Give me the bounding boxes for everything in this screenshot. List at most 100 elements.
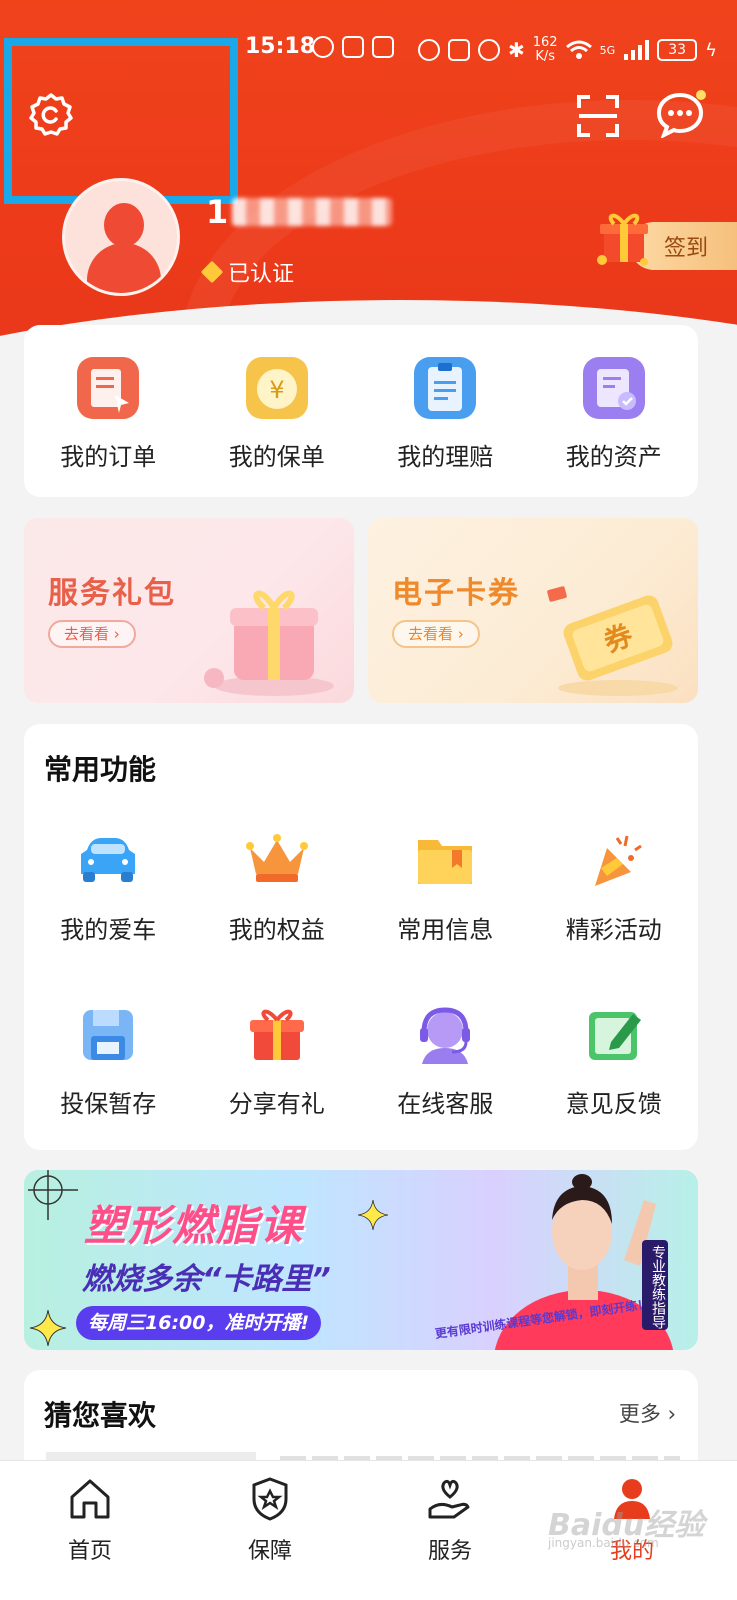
- status-time: 15:18: [245, 34, 316, 59]
- party-popper-icon: [594, 835, 642, 886]
- function-label: 在线客服: [397, 1090, 494, 1118]
- functions-row-1: 我的爱车 我的权益 常用信息 精彩活动: [24, 828, 698, 945]
- my-orders-card: 我的订单 ¥ 我的保单 我的理赔 我的资产: [24, 325, 698, 497]
- fitness-course-banner[interactable]: 塑形燃脂课 燃烧多余“卡路里” 每周三16:00，准时开播! 专业教练指导 更有…: [24, 1170, 698, 1350]
- message-unread-dot: [696, 90, 706, 100]
- orders-item-label: 我的保单: [228, 443, 325, 471]
- function-common-info[interactable]: 常用信息: [361, 828, 530, 945]
- function-label: 意见反馈: [565, 1090, 662, 1118]
- more-label: 更多: [618, 1402, 661, 1426]
- claim-icon: [414, 357, 477, 419]
- asset-icon: [582, 357, 645, 419]
- tab-label: 保障: [247, 1539, 292, 1564]
- charging-icon: ϟ: [705, 39, 717, 61]
- function-activities[interactable]: 精彩活动: [530, 828, 699, 945]
- save-disk-icon: [83, 1010, 134, 1060]
- common-functions-card: 常用功能 我的爱车 我的权益 常用信息 精彩活动 投保暂存 分享有礼 在线客服 …: [24, 724, 698, 1150]
- svg-text:¥: ¥: [269, 376, 284, 404]
- function-my-car[interactable]: 我的爱车: [24, 828, 193, 945]
- function-my-rights[interactable]: 我的权益: [193, 828, 362, 945]
- orders-item-policy[interactable]: ¥ 我的保单: [193, 355, 362, 472]
- functions-row-2: 投保暂存 分享有礼 在线客服 意见反馈: [24, 1002, 698, 1119]
- avatar-head-shape: [104, 203, 144, 247]
- orders-item-label: 我的资产: [565, 443, 662, 471]
- network-type: 5G: [599, 43, 616, 57]
- network-speed: 162 K/s: [533, 36, 558, 64]
- function-label: 我的爱车: [60, 916, 157, 944]
- tab-home[interactable]: 首页: [30, 1475, 150, 1565]
- avatar-body-shape: [87, 243, 161, 293]
- orders-item-label: 我的理赔: [397, 443, 494, 471]
- promo-service-package[interactable]: 服务礼包 去看看 ›: [24, 518, 354, 703]
- nfc-icon: [448, 39, 470, 61]
- username[interactable]: 1: [206, 192, 393, 232]
- nfc-circle-icon: [418, 39, 440, 61]
- hand-heart-icon: [428, 1479, 470, 1519]
- more-link[interactable]: 更多 ›: [619, 1398, 676, 1428]
- function-feedback[interactable]: 意见反馈: [530, 1002, 699, 1119]
- folder-icon: [418, 840, 473, 884]
- home-icon: [70, 1479, 110, 1519]
- orders-item-claim[interactable]: 我的理赔: [361, 355, 530, 472]
- function-label: 我的权益: [228, 916, 325, 944]
- function-saved-drafts[interactable]: 投保暂存: [24, 1002, 193, 1119]
- function-label: 投保暂存: [60, 1090, 157, 1118]
- scan-icon[interactable]: [576, 94, 620, 138]
- checkin-label: 签到: [664, 236, 709, 261]
- shield-star-icon: [252, 1477, 288, 1521]
- username-visible-digit: 1: [206, 193, 229, 231]
- function-label: 分享有礼: [228, 1090, 325, 1118]
- gift-box-illustration: [204, 590, 334, 696]
- sparkle-decoration: [358, 1200, 388, 1230]
- app-notification-icon: [342, 36, 364, 58]
- function-label: 精彩活动: [565, 916, 662, 944]
- tab-label: 首页: [67, 1539, 112, 1564]
- orders-item-order[interactable]: 我的订单: [24, 355, 193, 472]
- baidu-watermark-url: jingyan.baidu.com: [548, 1536, 659, 1550]
- sparkle-decoration: [30, 1310, 66, 1346]
- avatar[interactable]: [62, 178, 180, 296]
- status-system-icons: ✱ 162 K/s 5G 33 ϟ: [418, 36, 717, 64]
- crown-icon: [245, 834, 308, 882]
- signal-icon: [624, 40, 650, 60]
- banner-subtitle: 燃烧多余“卡路里”: [82, 1262, 331, 1297]
- orders-item-label: 我的订单: [60, 443, 157, 471]
- tab-label: 服务: [427, 1539, 472, 1564]
- function-share-gift[interactable]: 分享有礼: [193, 1002, 362, 1119]
- car-icon: [81, 838, 136, 882]
- promo-title: 服务礼包: [48, 576, 176, 611]
- network-speed-unit: K/s: [535, 49, 556, 64]
- banner-schedule: 每周三16:00，准时开播!: [76, 1306, 322, 1340]
- battery-indicator: 33: [657, 39, 698, 61]
- policy-icon: ¥: [245, 357, 308, 419]
- network-speed-value: 162: [532, 35, 558, 50]
- settings-gear-icon[interactable]: [28, 92, 74, 138]
- banner-tag: 专业教练指导: [642, 1240, 668, 1330]
- checkin-button[interactable]: 签到: [590, 208, 737, 270]
- promo-go-button[interactable]: 去看看 ›: [392, 620, 480, 648]
- promo-go-button[interactable]: 去看看 ›: [48, 620, 136, 648]
- alarm-icon: [478, 39, 500, 61]
- crosshair-decoration: [28, 1170, 78, 1220]
- username-blurred: [232, 198, 393, 226]
- baidu-icon: [372, 36, 394, 58]
- tab-protection[interactable]: 保障: [210, 1475, 330, 1565]
- orders-item-asset[interactable]: 我的资产: [530, 355, 699, 472]
- message-icon[interactable]: [656, 92, 704, 138]
- bluetooth-icon: ✱: [508, 38, 525, 62]
- function-online-service[interactable]: 在线客服: [361, 1002, 530, 1119]
- tab-service[interactable]: 服务: [390, 1475, 510, 1565]
- promo-title: 电子卡券: [392, 576, 520, 611]
- recommendations-heading: 猜您喜欢: [44, 1399, 157, 1432]
- function-label: 常用信息: [397, 916, 494, 944]
- verified-label: 已认证: [228, 262, 295, 287]
- coupon-ticket-illustration: 券: [547, 586, 678, 696]
- promo-e-coupon[interactable]: 电子卡券 去看看 › 券: [368, 518, 698, 703]
- order-icon: [77, 357, 140, 419]
- headset-icon: [420, 1007, 471, 1064]
- status-notification-icons: [312, 36, 394, 58]
- diamond-icon: [200, 260, 224, 284]
- common-functions-heading: 常用功能: [44, 753, 157, 786]
- checkin-gift-icon: [597, 213, 648, 266]
- verified-badge: 已认证: [200, 256, 295, 288]
